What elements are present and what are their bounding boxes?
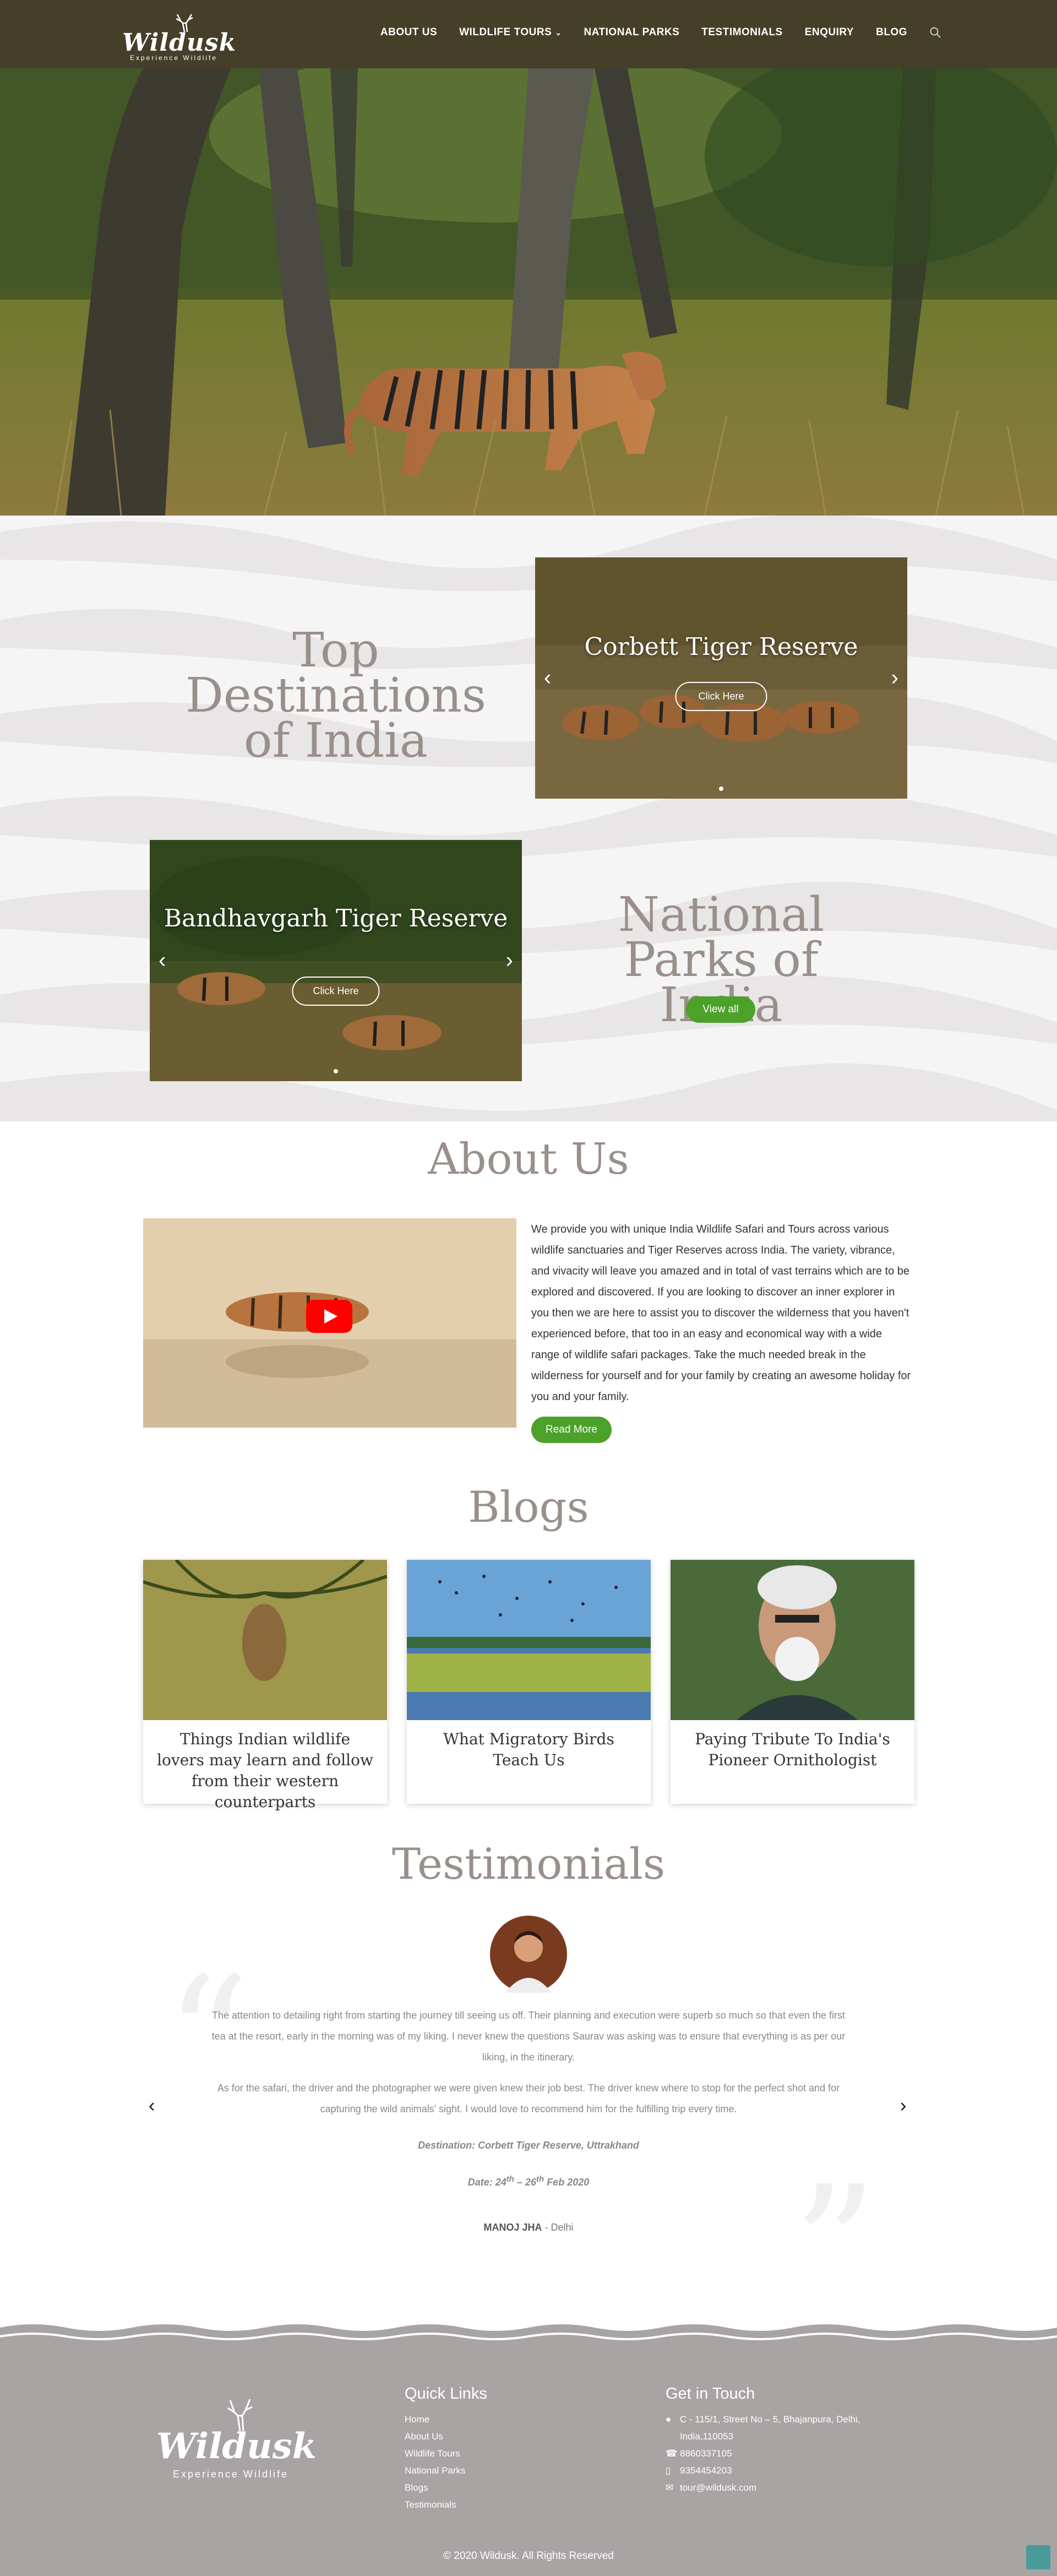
read-more-button[interactable]: Read More xyxy=(531,1417,612,1443)
date-sup: th xyxy=(506,2174,514,2184)
about-us-title: About Us xyxy=(428,1135,629,1184)
blog-title: Paying Tribute To India's Pioneer Ornith… xyxy=(695,1730,890,1769)
blog-image xyxy=(143,1560,387,1720)
chevron-right-icon[interactable]: › xyxy=(900,2095,906,2117)
testimonial-paragraph: As for the safari, the driver and the ph… xyxy=(217,2083,840,2114)
hero-banner xyxy=(0,68,1057,516)
bandhavgarh-slide-image xyxy=(150,840,522,1081)
footer-logo[interactable]: Wildusk Experience Wildlife xyxy=(152,2394,317,2487)
quick-links-title: Quick Links xyxy=(405,2385,487,2403)
blog-title: Things Indian wildlife lovers may learn … xyxy=(157,1730,373,1811)
about-text: We provide you with unique India Wildlif… xyxy=(531,1223,911,1403)
contact-mobile[interactable]: ▯ 9354454203 xyxy=(666,2462,897,2479)
footer-link-testimonials[interactable]: Testimonials xyxy=(405,2496,487,2513)
play-icon[interactable] xyxy=(306,1300,352,1333)
blogs-title: Blogs xyxy=(468,1483,589,1532)
author-name: MANOJ JHA xyxy=(483,2222,542,2233)
chevron-down-icon: ⌄ xyxy=(555,28,562,37)
site-logo[interactable]: Wildusk Experience Wildlife xyxy=(122,11,236,62)
footer-brand: Wildusk xyxy=(156,2426,317,2467)
contact-address: ● C - 115/1, Street No – 5, Bhajanpura, D… xyxy=(666,2411,897,2445)
slider-dot[interactable] xyxy=(719,787,723,791)
chevron-left-icon[interactable]: ‹ xyxy=(544,666,551,691)
site-footer: Wildusk Experience Wildlife Quick Links … xyxy=(0,2319,1057,2576)
mobile-icon: ▯ xyxy=(666,2465,671,2476)
chevron-right-icon[interactable]: › xyxy=(506,948,513,973)
main-nav: ABOUT US WILDLIFE TOURS ⌄ NATIONAL PARKS … xyxy=(358,26,941,39)
author-location: - Delhi xyxy=(542,2222,574,2233)
quick-links: Quick Links Home About Us Wildlife Tours… xyxy=(405,2385,487,2513)
corbett-slide-image xyxy=(535,557,907,799)
top-destinations-title: Top Destinations of India xyxy=(185,623,487,768)
contact-email[interactable]: ✉ tour@wildusk.com xyxy=(666,2479,897,2496)
contact-title: Get in Touch xyxy=(666,2385,755,2403)
footer-link-home[interactable]: Home xyxy=(405,2411,487,2428)
testimonial-paragraph: The attention to detailing right from st… xyxy=(211,2010,846,2063)
date-start: Date: 24 xyxy=(467,2177,506,2188)
bandhavgarh-slide-title: Bandhavgarh Tiger Reserve xyxy=(164,904,508,932)
footer-link-blogs[interactable]: Blogs xyxy=(405,2479,487,2496)
testimonial-author: MANOJ JHA - Delhi xyxy=(209,2217,848,2238)
blog-card[interactable]: Things Indian wildlife lovers may learn … xyxy=(143,1560,387,1811)
brand-tagline: Experience Wildlife xyxy=(130,54,218,62)
blog-card[interactable]: Paying Tribute To India's Pioneer Ornith… xyxy=(671,1560,914,1804)
scroll-top-button[interactable] xyxy=(1026,2545,1050,2569)
brand-name: Wildusk xyxy=(122,29,237,57)
view-all-button[interactable]: View all xyxy=(686,996,755,1023)
hero-tiger-image xyxy=(0,68,1057,516)
footer-link-tours[interactable]: Wildlife Tours xyxy=(405,2445,487,2462)
about-video[interactable] xyxy=(143,1218,516,1428)
copyright: © 2020 Wildusk. All Rights Reserved xyxy=(443,2550,614,2562)
email-text: tour@wildusk.com xyxy=(680,2482,757,2493)
slider-dots xyxy=(719,787,723,791)
chevron-left-icon[interactable]: ‹ xyxy=(159,948,166,973)
nav-national-parks[interactable]: NATIONAL PARKS xyxy=(584,26,680,39)
blog-title: What Migratory Birds Teach Us xyxy=(443,1730,614,1769)
chevron-right-icon[interactable]: › xyxy=(891,666,898,691)
slider-dots xyxy=(334,1069,338,1073)
contact-phone[interactable]: ☎ 8860337105 xyxy=(666,2445,897,2462)
testimonials-title: Testimonials xyxy=(391,1840,666,1889)
contact-info: Get in Touch ● C - 115/1, Street No – 5, … xyxy=(666,2385,897,2496)
footer-link-about[interactable]: About Us xyxy=(405,2428,487,2445)
testimonial-content: The attention to detailing right from st… xyxy=(209,2005,848,2238)
site-header: Wildusk Experience Wildlife ABOUT US WIL… xyxy=(0,0,1057,68)
blog-card[interactable]: What Migratory Birds Teach Us xyxy=(407,1560,651,1804)
mobile-text: 9354454203 xyxy=(680,2465,732,2476)
blog-image xyxy=(407,1560,651,1720)
bandhavgarh-click-here-button[interactable]: Click Here xyxy=(292,977,380,1006)
footer-tagline: Experience Wildlife xyxy=(173,2469,289,2480)
nav-blog[interactable]: BLOG xyxy=(876,26,907,39)
nav-wildlife-tours-label: WILDLIFE TOURS xyxy=(459,26,552,38)
search-icon[interactable] xyxy=(929,26,941,39)
map-pin-icon: ● xyxy=(666,2414,672,2425)
bandhavgarh-slider: Bandhavgarh Tiger Reserve Click Here ‹ › xyxy=(150,840,522,1081)
testimonial-avatar xyxy=(490,1916,567,1993)
nav-about-us[interactable]: ABOUT US xyxy=(380,26,437,39)
footer-link-parks[interactable]: National Parks xyxy=(405,2462,487,2479)
testimonial-date: Date: 24th – 26th Feb 2020 xyxy=(209,2169,848,2193)
address-text: C - 115/1, Street No – 5, Bhajanpura, De… xyxy=(680,2414,860,2442)
footer-wave xyxy=(0,2319,1057,2346)
nav-enquiry[interactable]: ENQUIRY xyxy=(805,26,854,39)
corbett-slide-title: Corbett Tiger Reserve xyxy=(584,633,858,661)
testimonial-destination: Destination: Corbett Tiger Reserve, Uttr… xyxy=(418,2140,639,2151)
phone-text: 8860337105 xyxy=(680,2448,732,2459)
corbett-slider: Corbett Tiger Reserve Click Here ‹ › xyxy=(535,557,907,799)
nav-testimonials[interactable]: TESTIMONIALS xyxy=(701,26,782,39)
nav-wildlife-tours[interactable]: WILDLIFE TOURS ⌄ xyxy=(459,26,562,39)
envelope-icon: ✉ xyxy=(666,2482,674,2493)
slider-dot[interactable] xyxy=(334,1069,338,1073)
corbett-click-here-button[interactable]: Click Here xyxy=(675,682,767,711)
date-sup: th xyxy=(536,2174,544,2184)
chevron-left-icon[interactable]: ‹ xyxy=(149,2095,155,2117)
date-mid: – 26 xyxy=(514,2177,537,2188)
date-end: Feb 2020 xyxy=(544,2177,590,2188)
blog-image xyxy=(671,1560,914,1720)
phone-icon: ☎ xyxy=(666,2448,678,2459)
